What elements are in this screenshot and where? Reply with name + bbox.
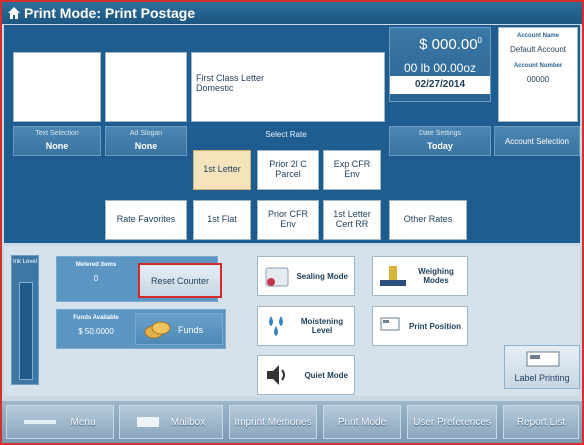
print-position-icon — [380, 317, 400, 331]
moistening-level-button[interactable]: Moistening Level — [257, 306, 355, 346]
rate-1st-flat[interactable]: 1st Flat — [193, 200, 251, 240]
account-panel: Account Name Default Account Account Num… — [498, 27, 578, 122]
rate-priority-cfr-env[interactable]: Prior CFR Env — [257, 200, 319, 240]
text-selection-button[interactable]: Text Selection None — [13, 126, 101, 156]
home-icon[interactable] — [7, 6, 21, 20]
ad-slogan-button[interactable]: Ad Slogan None — [105, 126, 187, 156]
postage-amount: $ 000.00 — [419, 36, 478, 53]
window-title: Print Mode: Print Postage — [24, 5, 196, 21]
reset-counter-button[interactable]: Reset Counter — [138, 263, 222, 298]
rate-1st-letter-cert-rr[interactable]: 1st Letter Cert RR — [323, 200, 381, 240]
rate-priority-2l-c-parcel[interactable]: Prior 2l C Parcel — [257, 150, 319, 190]
rate-exp-cfr-env[interactable]: Exp CFR Env — [323, 150, 381, 190]
quiet-mode-button[interactable]: Quiet Mode — [257, 355, 355, 395]
account-name: Default Account — [509, 45, 567, 54]
nav-print-mode[interactable]: Print Mode — [323, 405, 401, 439]
coins-icon — [144, 321, 171, 339]
account-number: 00000 — [526, 75, 550, 84]
label-printing-button[interactable]: Label Printing — [504, 345, 580, 389]
sealing-icon — [265, 267, 289, 287]
ink-level-bar — [19, 282, 33, 380]
mail-class-line1: First Class Letter — [196, 73, 265, 83]
date-settings-button[interactable]: Date Settings Today — [389, 126, 491, 156]
ink-level-caption: Ink Level — [12, 259, 37, 265]
mail-class-display: First Class Letter Domestic — [191, 52, 385, 122]
rate-1st-letter[interactable]: 1st Letter — [193, 150, 251, 190]
nav-mailbox[interactable]: Mailbox — [119, 405, 223, 439]
ink-level-panel: Ink Level — [11, 255, 39, 385]
weighing-modes-button[interactable]: Weighing Modes — [372, 256, 468, 296]
weight-display: 00 lb 00.00oz — [403, 61, 477, 75]
bottom-nav: Menu Mailbox Imprint Memories Print Mode… — [2, 401, 582, 443]
account-selection-button[interactable]: Account Selection — [494, 126, 580, 156]
account-name-caption: Account Name — [516, 33, 559, 39]
metered-items-value: 0 — [93, 274, 99, 283]
label-icon — [526, 351, 560, 367]
scale-icon — [380, 266, 406, 286]
menu-icon — [24, 420, 57, 424]
mail-class-line2: Domestic — [196, 83, 234, 94]
postage-amount-fraction: 0 — [477, 36, 482, 45]
sealing-mode-button[interactable]: Sealing Mode — [257, 256, 355, 296]
funds-available-value: $ 50.0000 — [78, 327, 114, 336]
funds-button[interactable]: Funds — [135, 313, 223, 345]
title-bar: Print Mode: Print Postage — [2, 2, 582, 24]
rate-favorites-button[interactable]: Rate Favorites — [105, 200, 187, 240]
print-position-button[interactable]: Print Position — [372, 306, 468, 346]
account-number-caption: Account Number — [513, 63, 563, 69]
nav-user-preferences[interactable]: User Preferences — [407, 405, 497, 439]
envelope-icon — [136, 417, 159, 427]
ad-slogan-preview[interactable] — [105, 52, 187, 122]
metered-items-caption: Metered items — [75, 262, 117, 268]
select-rate-label: Select Rate — [265, 130, 307, 139]
date-display: 02/27/2014 — [390, 76, 490, 94]
nav-report-list[interactable]: Report List — [503, 405, 579, 439]
other-rates-button[interactable]: Other Rates — [389, 200, 467, 240]
nav-imprint-memories[interactable]: Imprint Memories — [229, 405, 317, 439]
nav-menu[interactable]: Menu — [6, 405, 114, 439]
speaker-icon — [267, 365, 285, 385]
water-drops-icon — [269, 316, 283, 336]
funds-available-caption: Funds Available — [73, 315, 119, 321]
text-selection-preview[interactable] — [13, 52, 101, 122]
